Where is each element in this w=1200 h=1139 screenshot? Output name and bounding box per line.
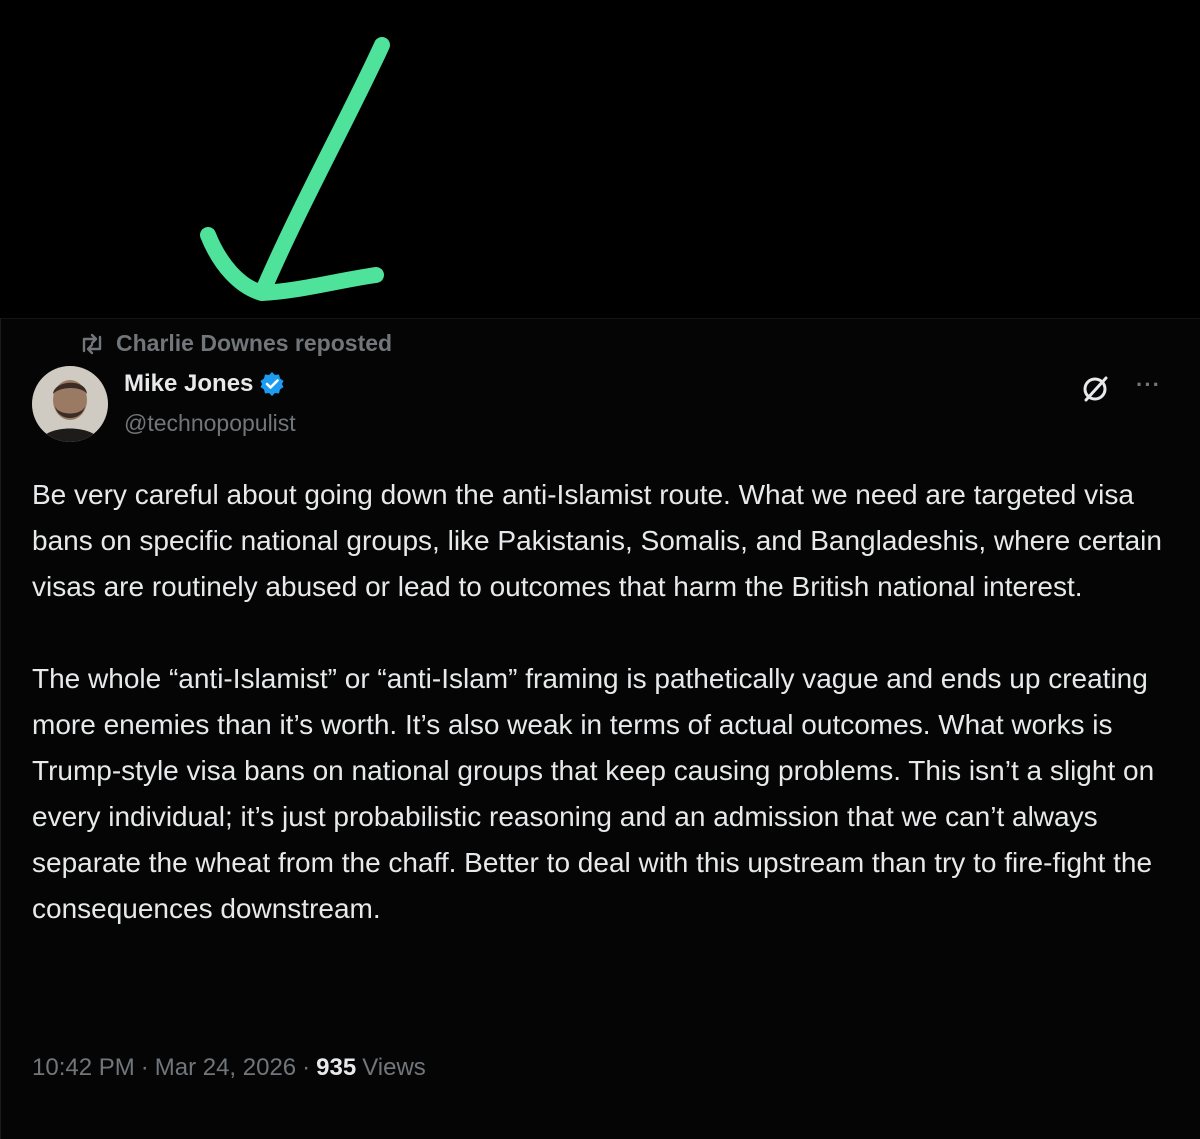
avatar-image	[32, 366, 108, 442]
tweet-meta: 10:42 PM · Mar 24, 2026 · 935 Views	[32, 1054, 426, 1082]
repost-icon	[82, 333, 102, 354]
author-handle[interactable]: @technopopulist	[124, 410, 296, 437]
meta-separator: ·	[302, 1054, 311, 1081]
tweet-date[interactable]: Mar 24, 2026	[155, 1054, 296, 1082]
repost-text: Charlie Downes reposted	[116, 330, 393, 356]
repost-context[interactable]: Charlie Downes reposted	[78, 330, 392, 357]
views-label: Views	[362, 1054, 426, 1081]
verified-badge-icon	[260, 372, 284, 396]
author-name[interactable]: Mike Jones	[124, 370, 253, 398]
tweet-paragraph-2: The whole “anti-Islamist” or “anti-Islam…	[32, 663, 1162, 924]
tweet-text: Be very careful about going down the ant…	[32, 472, 1172, 978]
avatar[interactable]	[32, 366, 108, 442]
author-name-row[interactable]: Mike Jones	[124, 370, 285, 398]
views-count: 935	[316, 1054, 357, 1081]
meta-separator: ·	[140, 1054, 149, 1081]
tweet-paragraph-1: Be very careful about going down the ant…	[32, 479, 1170, 602]
more-icon[interactable]: ···	[1136, 372, 1161, 398]
grok-icon[interactable]	[1080, 372, 1112, 404]
green-checkmark-arrow-annotation	[200, 37, 390, 301]
tweet-time[interactable]: 10:42 PM	[32, 1054, 135, 1082]
